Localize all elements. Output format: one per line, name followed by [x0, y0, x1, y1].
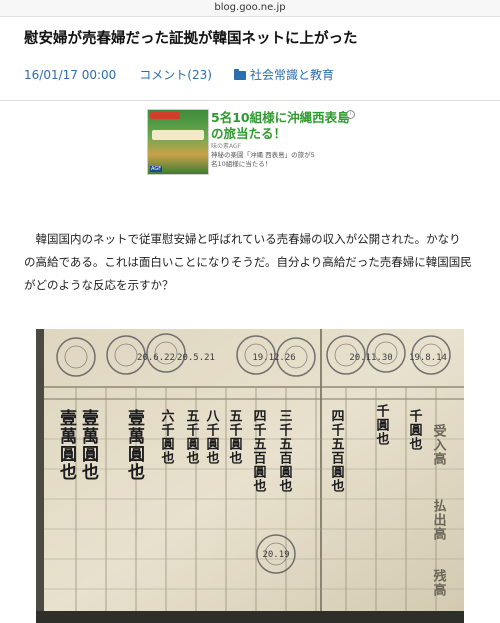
article-meta: 16/01/17 00:00 コメント(23) 社会常識と教育 [0, 50, 500, 83]
svg-text:三千五百圓也: 三千五百圓也 [277, 409, 293, 493]
svg-text:20.6.22: 20.6.22 [137, 353, 175, 363]
svg-text:20.5.21: 20.5.21 [177, 353, 215, 363]
category-link[interactable]: 社会常識と教育 [233, 67, 334, 83]
article-title[interactable]: 慰安婦が売春婦だった証拠が韓国ネットに上がった [0, 17, 500, 50]
info-icon[interactable]: i [346, 110, 355, 119]
ad-image-brand: AGF [150, 166, 163, 172]
ad-image-banner [152, 130, 204, 140]
svg-text:五千圓也: 五千圓也 [184, 409, 200, 465]
svg-text:八千圓也: 八千圓也 [204, 409, 221, 465]
comments-link[interactable]: コメント(23) [139, 67, 212, 83]
article-body: 韓国国内のネットで従軍慰安婦と呼ばれている売春婦の収入が公開された。かなりの高給… [24, 232, 472, 292]
svg-text:20.11.30: 20.11.30 [349, 353, 392, 363]
ad-image[interactable]: AGF [147, 109, 209, 175]
ad-image-badge [150, 112, 180, 119]
folder-icon [233, 68, 246, 80]
svg-text:千圓也: 千圓也 [374, 403, 390, 446]
svg-text:壹萬圓也: 壹萬圓也 [124, 408, 145, 481]
svg-text:四千五百圓也: 四千五百圓也 [251, 409, 267, 493]
svg-text:壹萬圓也: 壹萬圓也 [56, 408, 77, 481]
svg-text:20.19: 20.19 [262, 550, 289, 560]
svg-text:千圓也: 千圓也 [407, 408, 423, 451]
svg-text:19.12.26: 19.12.26 [252, 353, 295, 363]
svg-text:壹萬圓也: 壹萬圓也 [78, 408, 99, 481]
ad-sponsor: 味の素AGF [211, 143, 242, 150]
ad-banner[interactable]: AGF 5名10組様に沖縄西表島の旅当たる！ i 味の素AGF 神秘の楽園「沖縄… [147, 109, 357, 175]
divider [0, 100, 500, 101]
svg-text:六千圓也: 六千圓也 [159, 408, 175, 465]
article: 慰安婦が売春婦だった証拠が韓国ネットに上がった 16/01/17 00:00 コ… [0, 17, 500, 623]
post-date[interactable]: 16/01/17 00:00 [24, 67, 116, 83]
svg-text:残高: 残高 [431, 568, 447, 597]
savings-passbook-photo: 20.6.22 20.5.21 19.12.26 20.11.30 19.8.14 20.… [36, 329, 464, 623]
svg-text:四千五百圓也: 四千五百圓也 [329, 409, 345, 493]
ad-headline[interactable]: 5名10組様に沖縄西表島の旅当たる！ [211, 110, 355, 142]
category-label: 社会常識と教育 [249, 68, 334, 82]
svg-text:19.8.14: 19.8.14 [409, 353, 447, 363]
browser-url-bar[interactable]: blog.goo.ne.jp [0, 0, 500, 17]
svg-text:五千圓也: 五千圓也 [227, 409, 243, 465]
ad-description: 神秘の楽園「沖縄 西表島」の旅が5名10組様に当たる！ [211, 151, 315, 168]
url-text: blog.goo.ne.jp [214, 2, 286, 13]
passbook-image: 20.6.22 20.5.21 19.12.26 20.11.30 19.8.14 20.… [36, 329, 464, 623]
svg-text:受入高: 受入高 [431, 423, 447, 466]
svg-text:払出高: 払出高 [431, 498, 447, 541]
